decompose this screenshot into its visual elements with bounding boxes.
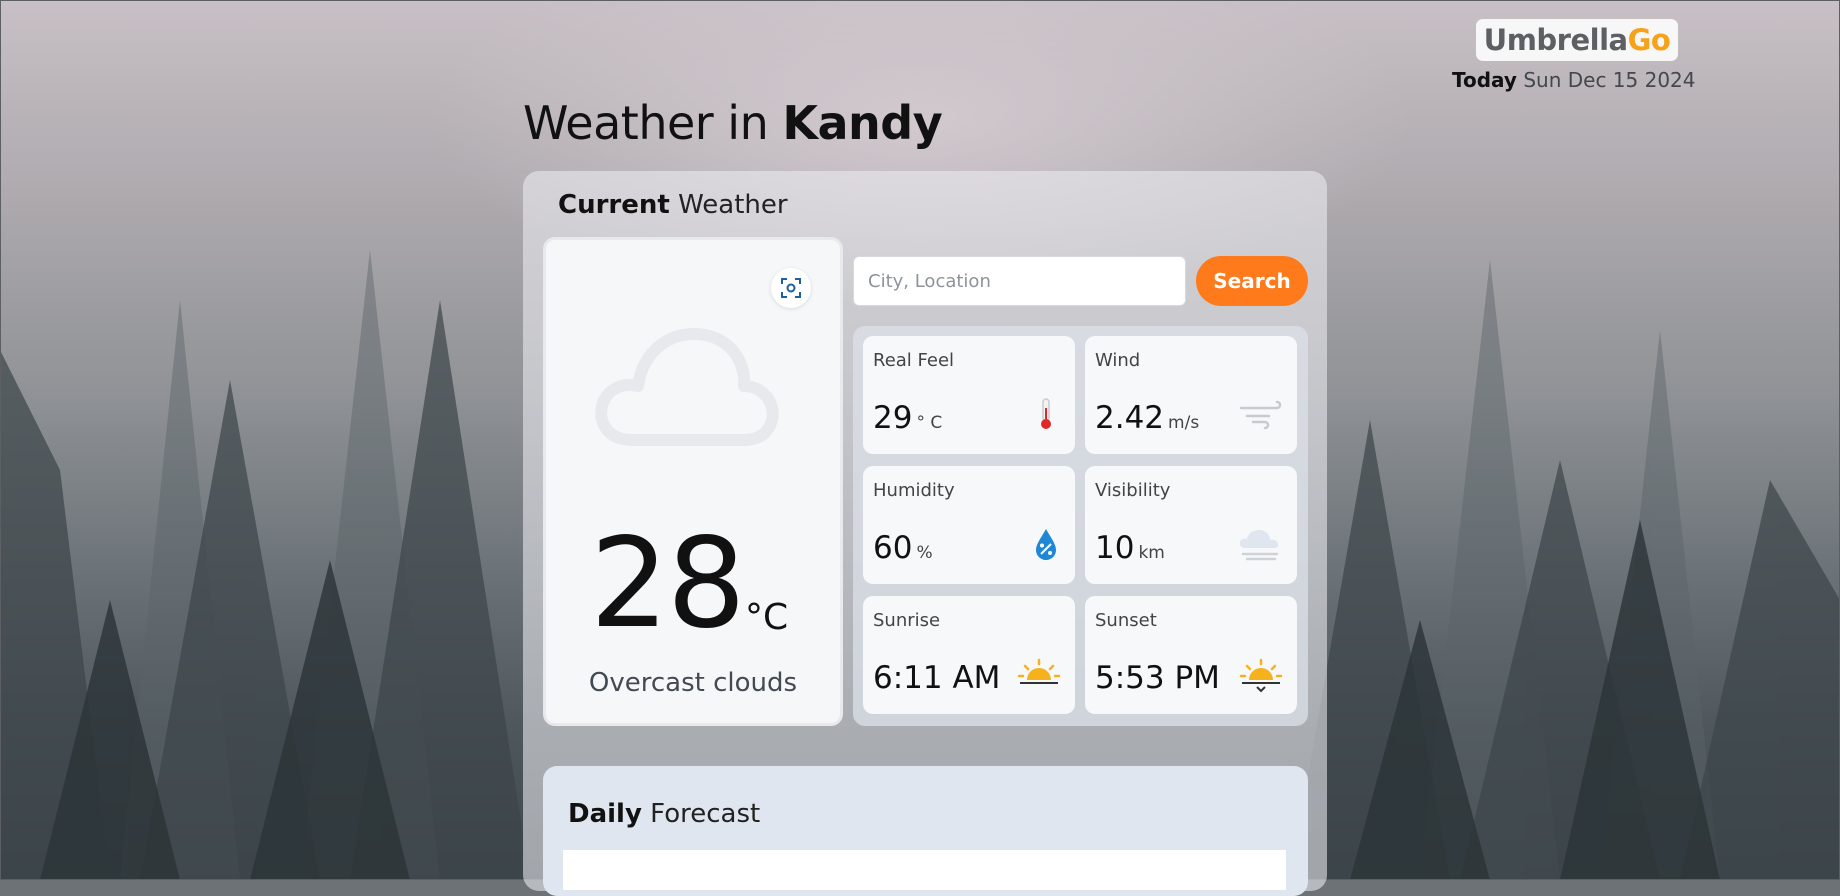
city-name: Kandy — [782, 96, 943, 150]
today-label: Today — [1452, 68, 1517, 92]
stat-unit: km — [1138, 543, 1165, 563]
daily-heading-bold: Daily — [568, 799, 642, 829]
current-weather-heading: Current Weather — [558, 190, 788, 220]
daily-forecast-heading: Daily Forecast — [568, 799, 760, 829]
stat-real-feel: Real Feel 29 ° C — [863, 336, 1075, 454]
stat-value: 2.42 m/s — [1095, 400, 1199, 436]
sunset-icon — [1239, 656, 1283, 698]
stat-label: Visibility — [1095, 480, 1171, 501]
stat-value: 6:11 AM — [873, 660, 1000, 696]
daily-forecast-list — [563, 850, 1286, 890]
current-heading-bold: Current — [558, 190, 670, 220]
temperature-unit: °C — [745, 597, 789, 638]
stat-sunrise: Sunrise 6:11 AM — [863, 596, 1075, 714]
stat-value: 10 km — [1095, 530, 1165, 566]
weather-stats-grid: Real Feel 29 ° C Wind 2.42 m/s Humidity 60… — [853, 326, 1308, 726]
wind-icon — [1239, 396, 1283, 436]
stat-value: 60% — [873, 530, 933, 566]
current-temperature: 28 — [590, 512, 746, 656]
daily-heading-rest: Forecast — [641, 799, 761, 829]
sunrise-icon — [1017, 656, 1061, 696]
stat-label: Real Feel — [873, 350, 955, 371]
search-input[interactable] — [853, 256, 1186, 306]
brand-name-part1: Umbrella — [1483, 23, 1628, 57]
current-heading-rest: Weather — [669, 190, 788, 220]
stat-number: 60 — [873, 530, 913, 566]
stat-number: 10 — [1095, 530, 1135, 566]
stat-number: 6:11 AM — [873, 660, 1001, 696]
stat-humidity: Humidity 60% — [863, 466, 1075, 584]
stat-visibility: Visibility 10 km — [1085, 466, 1297, 584]
locate-button[interactable] — [771, 268, 811, 308]
stat-unit: ° C — [916, 413, 943, 433]
stat-label: Humidity — [873, 480, 955, 501]
humidity-drop-icon — [1031, 526, 1061, 566]
brand-logo[interactable]: Umbrella Go — [1476, 19, 1678, 61]
stat-number: 2.42 — [1095, 400, 1165, 436]
stat-sunset: Sunset 5:53 PM — [1085, 596, 1297, 714]
weather-description: Overcast clouds — [588, 668, 798, 698]
search-button[interactable]: Search — [1196, 256, 1308, 306]
stat-value: 5:53 PM — [1095, 660, 1220, 696]
thermometer-icon — [1031, 396, 1061, 436]
locate-icon — [781, 278, 801, 298]
title-prefix: Weather in — [523, 96, 783, 150]
fog-cloud-icon — [1237, 526, 1283, 570]
stat-unit: m/s — [1168, 413, 1200, 433]
stat-value: 29 ° C — [873, 400, 942, 436]
stat-wind: Wind 2.42 m/s — [1085, 336, 1297, 454]
page-title: Weather in Kandy — [523, 96, 943, 150]
stat-label: Sunrise — [873, 610, 941, 631]
stat-number: 29 — [873, 400, 913, 436]
cloud-icon — [592, 322, 782, 456]
stat-number: 5:53 PM — [1095, 660, 1220, 696]
stat-unit: % — [916, 543, 933, 563]
date-value: Sun Dec 15 2024 — [1523, 68, 1696, 92]
brand-name-part2: Go — [1627, 23, 1671, 57]
stat-label: Sunset — [1095, 610, 1157, 631]
today-date: Today Sun Dec 15 2024 — [1452, 68, 1696, 92]
stat-label: Wind — [1095, 350, 1141, 371]
